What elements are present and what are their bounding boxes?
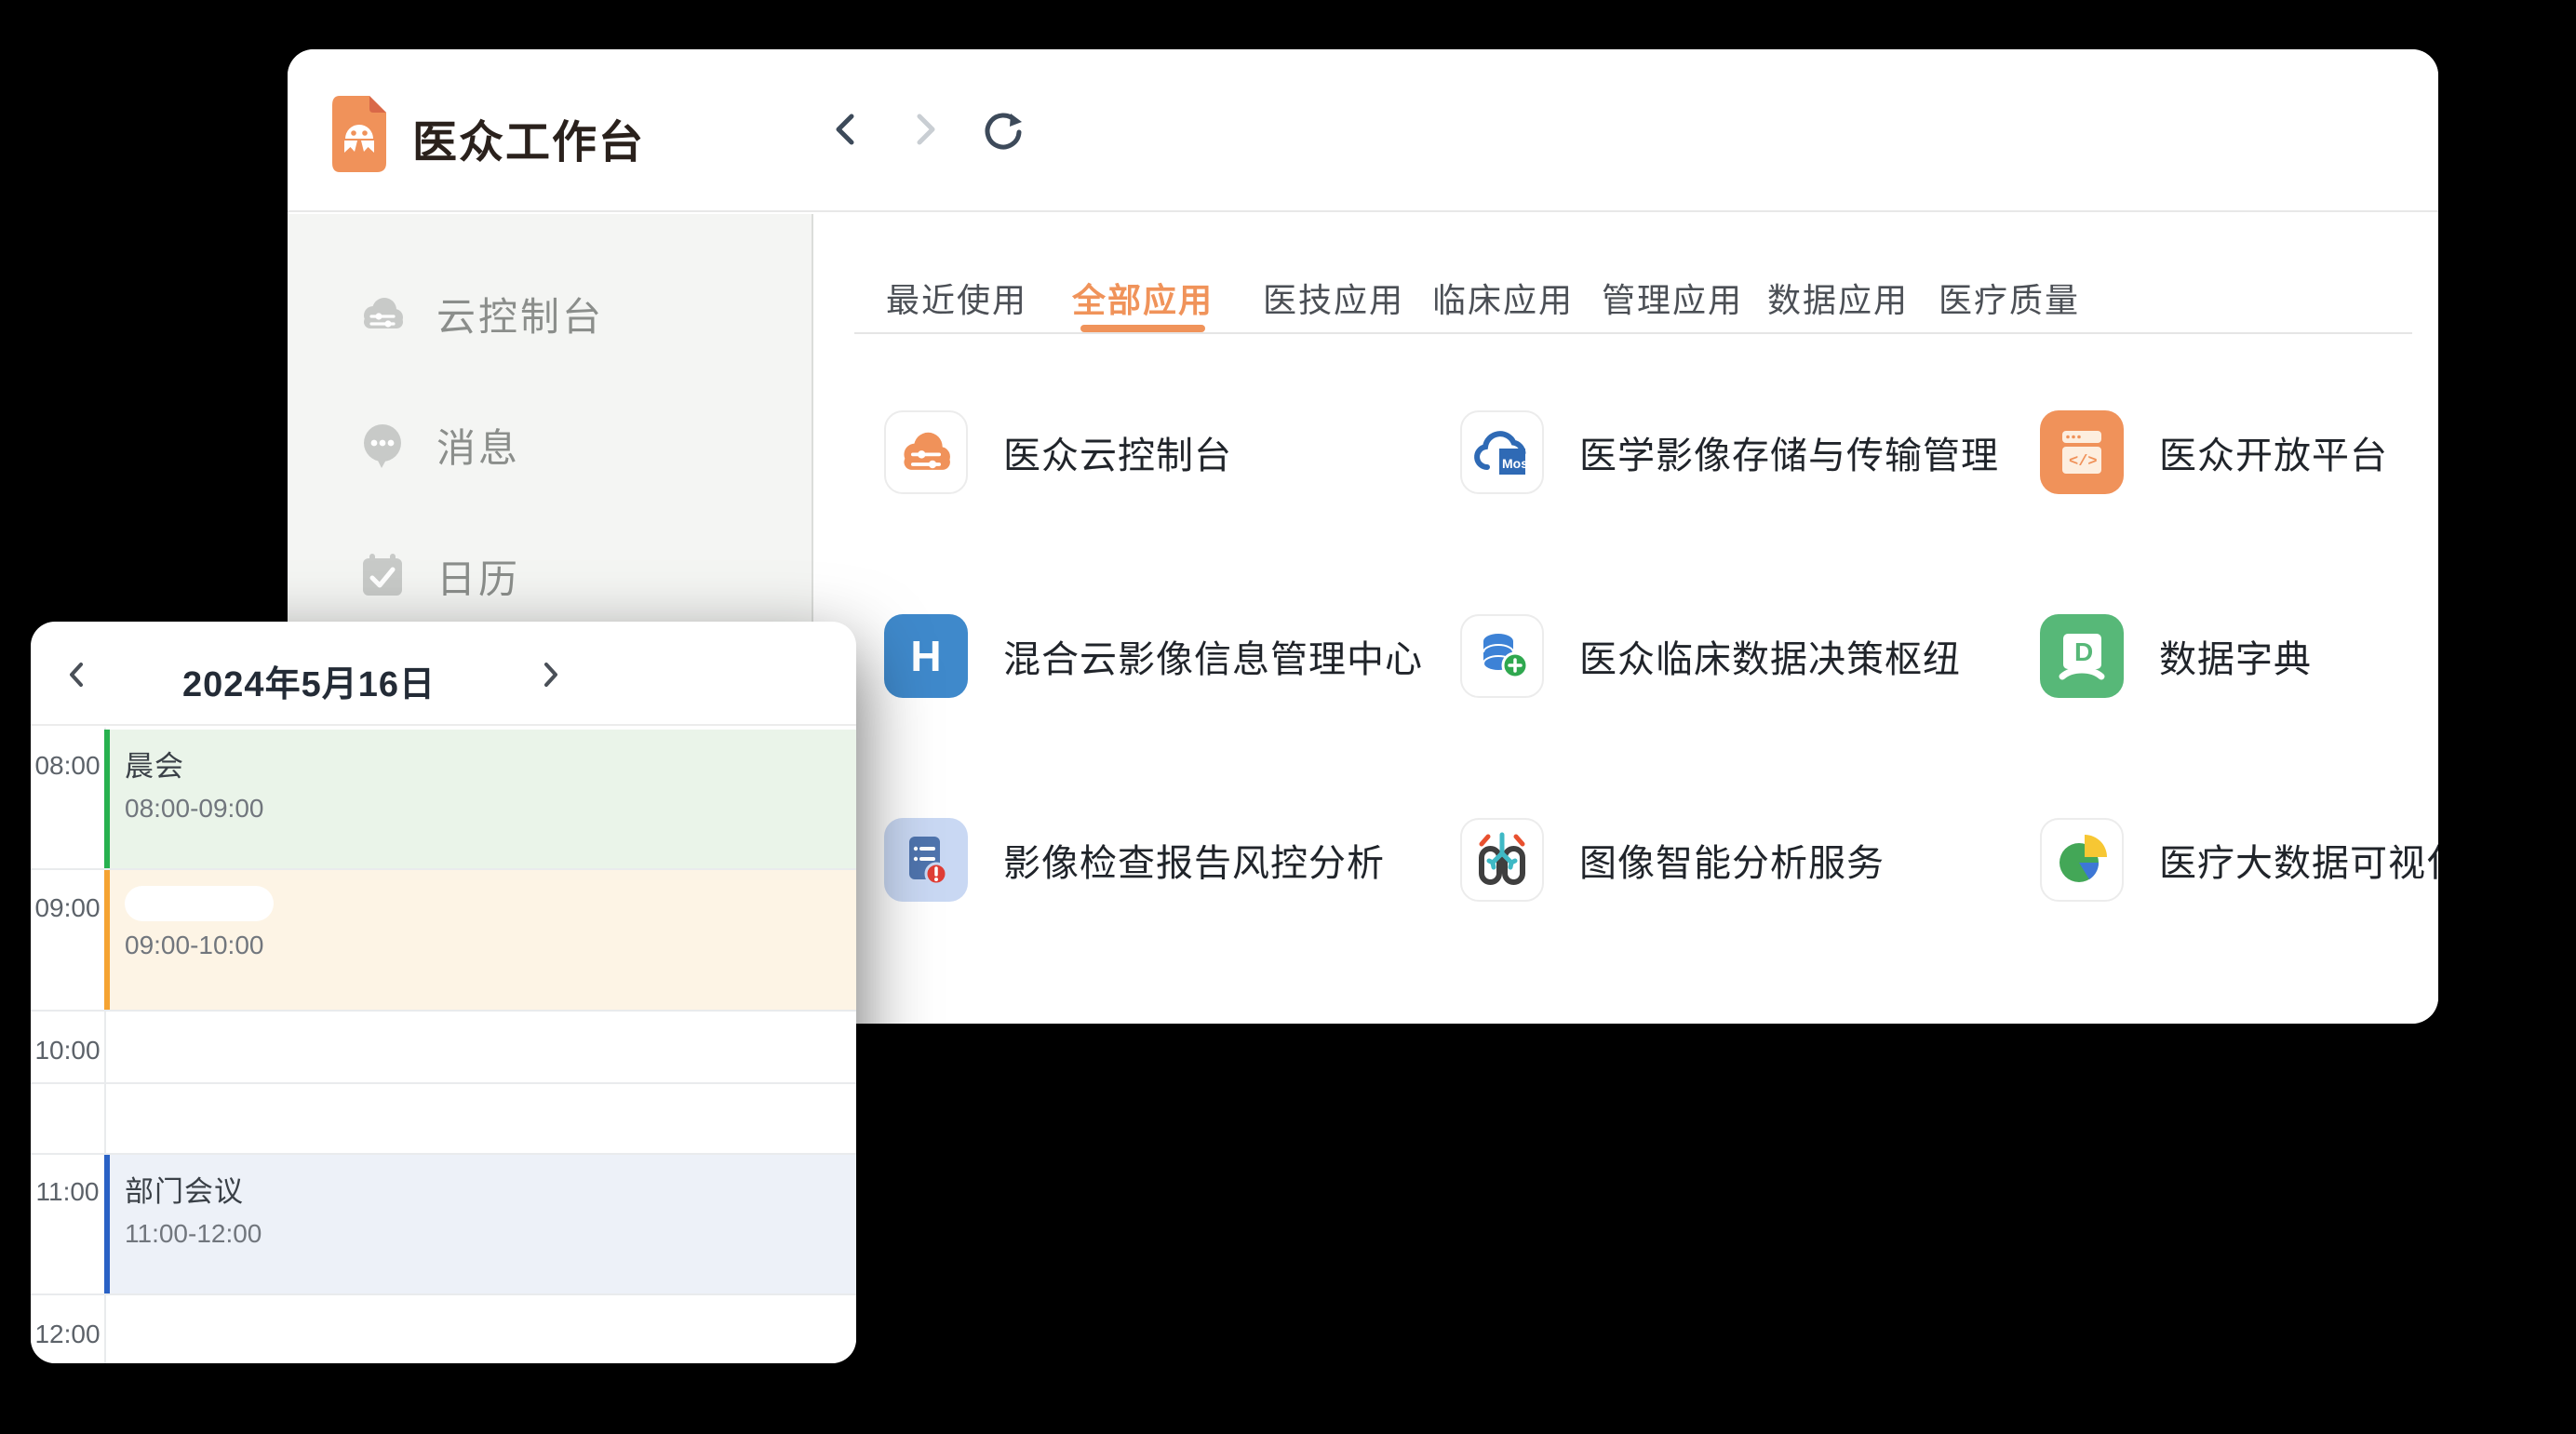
- app-item-big-data-visualization[interactable]: 医疗大数据可视化: [2040, 818, 2438, 902]
- screenshot-canvas: 医众工作台: [0, 0, 2576, 1434]
- tab-clinical-apps[interactable]: 临床应用: [1432, 274, 1574, 322]
- sidebar-item-calendar[interactable]: 日历: [356, 547, 520, 605]
- app-item-clinical-data-hub[interactable]: 医众临床数据决策枢纽: [1460, 614, 1961, 698]
- hybrid-cloud-h-icon: H: [884, 614, 968, 698]
- event-title: 晨会: [125, 743, 856, 784]
- app-item-cloud-console[interactable]: 医众云控制台: [884, 410, 1232, 494]
- app-label: 数据字典: [2159, 629, 2312, 683]
- svg-text:Mos: Mos: [1502, 456, 1528, 471]
- sidebar-item-label: 云控制台: [436, 286, 604, 342]
- pie-chart-icon: [2040, 818, 2124, 902]
- tab-quality-apps[interactable]: 医疗质量: [1939, 274, 2080, 322]
- clinical-database-icon: [1460, 614, 1544, 698]
- calendar-check-icon: [356, 550, 409, 602]
- calendar-prev-day-button[interactable]: [60, 658, 94, 691]
- open-platform-code-icon: </>: [2040, 410, 2124, 494]
- grid-line: [31, 1010, 856, 1012]
- app-item-hybrid-cloud-center[interactable]: H 混合云影像信息管理中心: [884, 614, 1423, 698]
- app-label: 医众临床数据决策枢纽: [1579, 629, 1961, 683]
- time-label: 11:00: [31, 1177, 104, 1207]
- app-label: 医众云控制台: [1003, 425, 1232, 479]
- calendar-day-grid: 08:00 09:00 10:00 11:00 12:00 晨会 08:00-0…: [31, 728, 856, 1363]
- event-title: 部门会议: [125, 1168, 856, 1210]
- event-department-meeting[interactable]: 部门会议 11:00-12:00: [104, 1155, 856, 1293]
- window-header: 医众工作台: [288, 49, 2438, 212]
- calendar-next-day-button[interactable]: [533, 658, 567, 691]
- app-item-imaging-storage[interactable]: Mos 医学影像存储与传输管理: [1460, 410, 1999, 494]
- lungs-ai-icon: [1460, 818, 1544, 902]
- tab-medtech-apps[interactable]: 医技应用: [1263, 274, 1404, 322]
- tab-admin-apps[interactable]: 管理应用: [1602, 274, 1743, 322]
- event-time: 11:00-12:00: [125, 1219, 856, 1249]
- app-launcher-content: 最近使用 全部应用 医技应用 临床应用 管理应用 数据应用 医疗质量: [813, 214, 2438, 1024]
- app-label: 医疗大数据可视化: [2159, 833, 2438, 887]
- event-time: 09:00-10:00: [125, 931, 856, 960]
- time-label: 12:00: [31, 1320, 104, 1349]
- app-title: 医众工作台: [412, 105, 645, 170]
- message-bubble-icon: [356, 419, 409, 471]
- app-label: 医众开放平台: [2159, 425, 2388, 479]
- time-label: 10:00: [31, 1036, 104, 1065]
- time-label: 09:00: [31, 893, 104, 923]
- report-risk-alert-icon: [884, 818, 968, 902]
- cloud-console-icon: [356, 288, 409, 340]
- active-tab-underline: [1080, 325, 1205, 332]
- app-logo-icon: [332, 96, 386, 172]
- app-label: 医学影像存储与传输管理: [1579, 425, 1999, 479]
- svg-text:D: D: [2074, 637, 2093, 666]
- event-redacted[interactable]: 09:00-10:00: [104, 870, 856, 1010]
- app-label: 影像检查报告风控分析: [1003, 833, 1385, 887]
- calendar-header: 2024年5月16日: [31, 622, 856, 726]
- calendar-panel: 2024年5月16日 08:00 09:00 10:00 11:00 12:00…: [31, 622, 856, 1363]
- sidebar-item-cloud-console[interactable]: 云控制台: [356, 285, 604, 342]
- event-time: 08:00-09:00: [125, 794, 856, 824]
- app-item-data-dictionary[interactable]: D 数据字典: [2040, 614, 2312, 698]
- time-label: 08:00: [31, 751, 104, 781]
- tab-all-apps[interactable]: 全部应用: [1072, 274, 1214, 322]
- calendar-date: 2024年5月16日: [182, 655, 436, 706]
- nav-refresh-button[interactable]: [983, 109, 1024, 150]
- grid-line: [31, 1293, 856, 1295]
- tab-divider: [854, 332, 2412, 334]
- app-label: 混合云影像信息管理中心: [1003, 629, 1423, 683]
- nav-forward-button[interactable]: [904, 109, 945, 150]
- sidebar-item-messages[interactable]: 消息: [356, 416, 520, 474]
- grid-line: [31, 1082, 856, 1084]
- event-morning-meeting[interactable]: 晨会 08:00-09:00: [104, 730, 856, 868]
- data-dictionary-book-icon: D: [2040, 614, 2124, 698]
- app-label: 图像智能分析服务: [1579, 833, 1885, 887]
- svg-text:</>: </>: [2069, 453, 2098, 471]
- app-item-report-risk-analysis[interactable]: 影像检查报告风控分析: [884, 818, 1385, 902]
- tab-recent[interactable]: 最近使用: [886, 274, 1027, 322]
- app-item-image-ai-service[interactable]: 图像智能分析服务: [1460, 818, 1885, 902]
- event-redacted-title-pill: [125, 886, 274, 921]
- sidebar-item-label: 消息: [436, 417, 520, 474]
- cloud-settings-icon: [884, 410, 968, 494]
- tab-data-apps[interactable]: 数据应用: [1767, 274, 1909, 322]
- nav-back-button[interactable]: [826, 109, 867, 150]
- app-item-open-platform[interactable]: </> 医众开放平台: [2040, 410, 2388, 494]
- mos-cloud-icon: Mos: [1460, 410, 1544, 494]
- sidebar-item-label: 日历: [436, 548, 520, 605]
